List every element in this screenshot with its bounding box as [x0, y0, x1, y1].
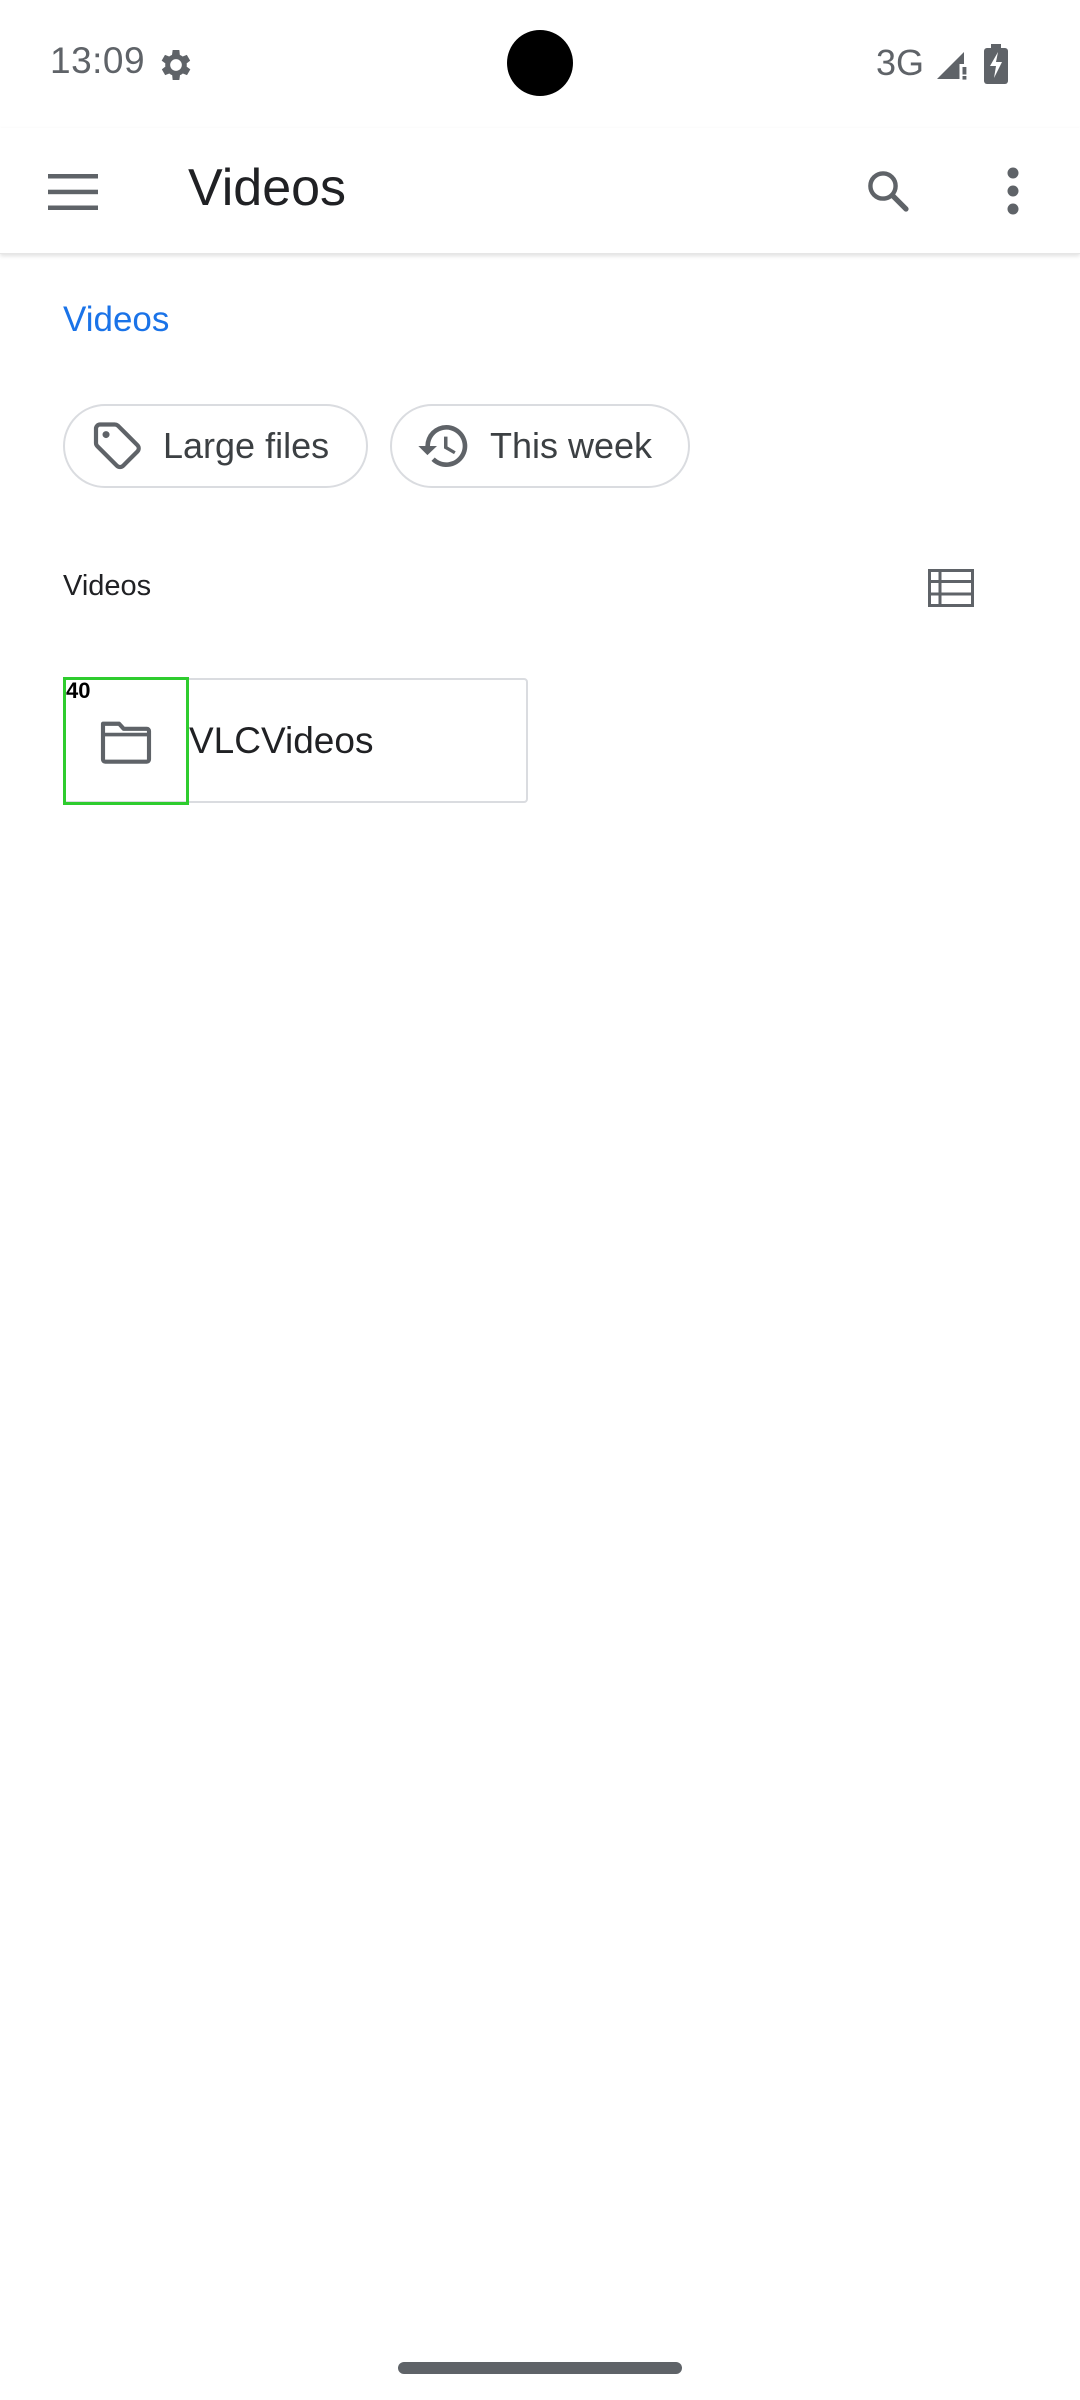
page-title: Videos: [188, 159, 347, 217]
chip-label: This week: [490, 425, 653, 466]
tag-icon: [93, 422, 141, 470]
status-time: 13:09: [50, 40, 146, 81]
folder-icon: [100, 721, 152, 764]
history-icon: [418, 425, 468, 467]
status-bar: 13:09 3G: [0, 0, 1080, 128]
more-vert-icon: [1007, 167, 1019, 215]
list-view-icon: [928, 569, 974, 607]
chip-label: Large files: [163, 425, 330, 466]
menu-button[interactable]: [40, 159, 106, 225]
section-title: Videos: [63, 570, 152, 602]
camera-cutout: [507, 30, 573, 96]
signal-icon: [937, 52, 967, 80]
breadcrumb[interactable]: Videos: [63, 300, 169, 340]
search-button[interactable]: [855, 158, 921, 224]
network-type: 3G: [876, 42, 925, 83]
search-icon: [868, 171, 909, 212]
more-options-button[interactable]: [980, 158, 1046, 224]
app-bar: Videos: [0, 128, 1080, 254]
chip-this-week[interactable]: This week: [390, 404, 690, 488]
battery-charging-icon: [984, 44, 1008, 84]
settings-gear-icon: [161, 50, 191, 80]
hamburger-menu-icon: [48, 174, 98, 210]
screen: 13:09 3G Videos Videos Large files This …: [0, 0, 1080, 2400]
chip-large-files[interactable]: Large files: [63, 404, 368, 488]
gesture-navigation-bar[interactable]: [398, 2362, 682, 2374]
folder-name: VLCVideos: [189, 720, 374, 761]
view-toggle-button[interactable]: [920, 560, 982, 616]
element-marker-label: 40: [66, 678, 91, 703]
